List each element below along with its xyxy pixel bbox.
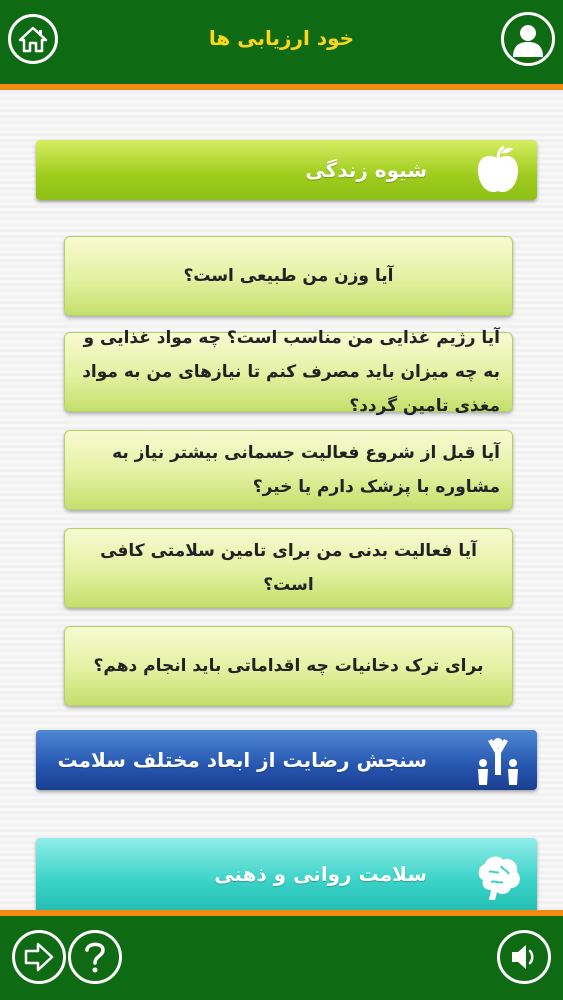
brain-icon xyxy=(478,856,520,900)
page-title: خود ارزیابی ها xyxy=(208,26,355,50)
category-label: سلامت روانی و ذهنی xyxy=(214,862,427,886)
question-text: آیا وزن من طبیعی است؟ xyxy=(183,266,394,286)
profile-button[interactable] xyxy=(501,12,555,66)
question-doctor-consult[interactable]: آیا قبل از شروع فعالیت جسمانی بیشتر نیاز… xyxy=(64,430,513,510)
question-quit-smoking[interactable]: برای ترک دخانیات چه اقداماتی باید انجام … xyxy=(64,626,513,706)
question-text: برای ترک دخانیات چه اقداماتی باید انجام … xyxy=(93,656,484,676)
arrow-right-icon xyxy=(24,942,54,972)
category-label: سنجش رضایت از ابعاد مختلف سلامت xyxy=(57,748,427,772)
bottom-bar xyxy=(0,910,563,1000)
question-mark-icon xyxy=(85,942,105,973)
top-bar: خود ارزیابی ها xyxy=(0,0,563,90)
category-label: شیوه زندگی xyxy=(305,158,427,182)
family-people-icon xyxy=(478,738,518,785)
sound-button[interactable] xyxy=(497,930,551,984)
next-button[interactable] xyxy=(12,930,66,984)
category-lifestyle[interactable]: شیوه زندگی xyxy=(36,140,537,200)
speaker-icon xyxy=(512,945,534,969)
question-text: آیا قبل از شروع فعالیت جسمانی بیشتر نیاز… xyxy=(112,443,500,497)
apple-icon xyxy=(477,145,519,193)
question-diet[interactable]: آیا رژیم غذایی من مناسب است؟ چه مواد غذا… xyxy=(64,328,513,416)
category-mental-health[interactable]: سلامت روانی و ذهنی xyxy=(36,838,537,910)
category-health-satisfaction[interactable]: سنجش رضایت از ابعاد مختلف سلامت xyxy=(36,730,537,790)
user-profile-icon xyxy=(513,25,543,57)
question-physical-activity[interactable]: آیا فعالیت بدنی من برای تامین سلامتی کاف… xyxy=(64,528,513,608)
question-text: آیا رژیم غذایی من مناسب است؟ چه مواد غذا… xyxy=(82,328,500,416)
question-text: آیا فعالیت بدنی من برای تامین سلامتی کاف… xyxy=(100,541,477,595)
help-button[interactable] xyxy=(68,930,122,984)
question-normal-weight[interactable]: آیا وزن من طبیعی است؟ xyxy=(64,236,513,316)
